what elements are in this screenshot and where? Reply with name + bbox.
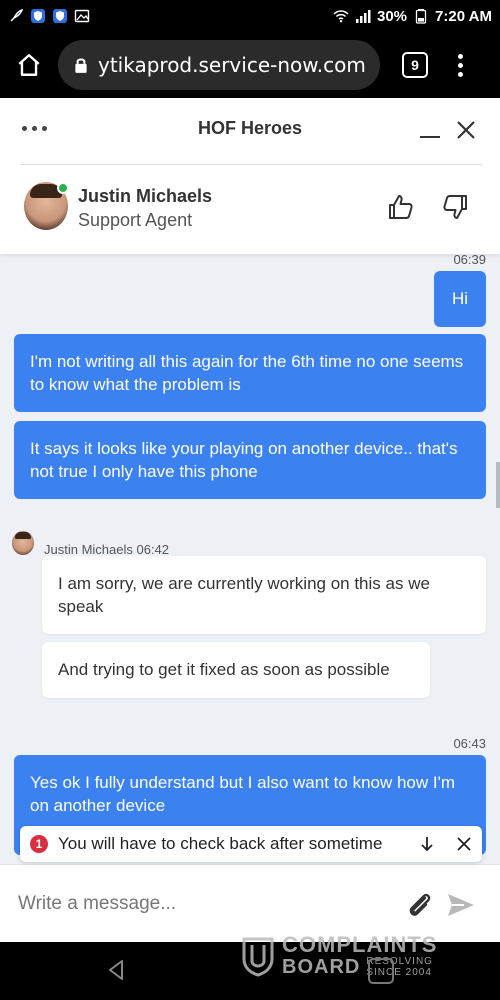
paperclip-icon[interactable] <box>404 889 436 921</box>
scrollbar[interactable] <box>496 462 500 508</box>
shield-icon <box>30 8 46 24</box>
wifi-icon <box>333 8 349 24</box>
watermark-logo-icon <box>240 935 276 977</box>
agent-name-time: Justin Michaels 06:42 <box>44 542 170 557</box>
message-outgoing: Hi <box>434 271 486 327</box>
status-bar: 30% 7:20 AM <box>0 0 500 32</box>
back-icon[interactable] <box>104 958 128 982</box>
conversation[interactable]: 06:39 Hi I'm not writing all this again … <box>0 254 500 864</box>
chat-header: HOF Heroes Justin Michaels Support Agent <box>0 98 500 254</box>
watermark-text: COMPLAINTS BOARD RESOLVING SINCE 2004 <box>282 932 438 979</box>
timestamp: 06:43 <box>453 736 486 751</box>
message-incoming: I am sorry, we are currently working on … <box>42 556 486 634</box>
message-composer <box>0 864 500 942</box>
battery-icon <box>413 8 429 24</box>
watermark-line1: COMPLAINTS <box>282 932 438 957</box>
image-icon <box>74 8 90 24</box>
browser-toolbar: ytikaprod.service-now.com 9 <box>0 32 500 98</box>
message-outgoing: I'm not writing all this again for the 6… <box>14 334 486 412</box>
signal-icon <box>355 8 371 24</box>
tabs-icon[interactable]: 9 <box>402 52 428 78</box>
online-status-dot <box>57 182 69 194</box>
watermark-board: BOARD <box>282 956 361 978</box>
thumbs-up-icon[interactable] <box>386 192 416 222</box>
notification-badge: 1 <box>30 835 48 853</box>
timestamp: 06:39 <box>453 254 486 267</box>
message-outgoing: It says it looks like your playing on an… <box>14 421 486 499</box>
close-icon[interactable] <box>456 836 472 852</box>
home-icon[interactable] <box>12 48 46 82</box>
navigation-bar: COMPLAINTS BOARD RESOLVING SINCE 2004 <box>0 934 500 1000</box>
minimize-icon[interactable] <box>420 120 442 142</box>
agent-role: Support Agent <box>78 210 193 230</box>
notification-icons <box>8 8 90 24</box>
agent-info: Justin Michaels Support Agent <box>0 178 500 238</box>
rocket-icon <box>8 8 24 24</box>
agent-name: Justin Michaels <box>78 186 213 206</box>
battery-percent: 30% <box>377 7 408 25</box>
system-status: 30% 7:20 AM <box>333 8 492 25</box>
divider <box>20 164 482 165</box>
chat-title-bar: HOF Heroes <box>0 98 500 164</box>
recent-apps-icon[interactable] <box>368 958 394 984</box>
message-incoming: And trying to get it fixed as soon as po… <box>42 642 430 698</box>
address-bar[interactable]: ytikaprod.service-now.com <box>58 40 380 90</box>
menu-icon[interactable] <box>450 48 470 82</box>
lock-icon <box>75 58 87 73</box>
agent-message-header: Justin Michaels 06:42 <box>12 528 169 557</box>
url-text: ytikaprod.service-now.com <box>98 53 366 77</box>
message-input[interactable] <box>18 887 378 921</box>
send-icon[interactable] <box>446 891 476 919</box>
notification-toast[interactable]: 1 You will have to check back after some… <box>20 826 482 862</box>
arrow-down-icon[interactable] <box>418 835 436 853</box>
close-icon[interactable] <box>456 120 476 140</box>
clock: 7:20 AM <box>435 7 492 25</box>
notification-text: You will have to check back after someti… <box>58 834 383 853</box>
shield-icon <box>52 8 68 24</box>
thumbs-down-icon[interactable] <box>440 192 470 222</box>
avatar <box>12 530 34 555</box>
watermark-line2: BOARD RESOLVING SINCE 2004 <box>282 956 437 978</box>
watermark: COMPLAINTS BOARD RESOLVING SINCE 2004 <box>240 934 437 978</box>
